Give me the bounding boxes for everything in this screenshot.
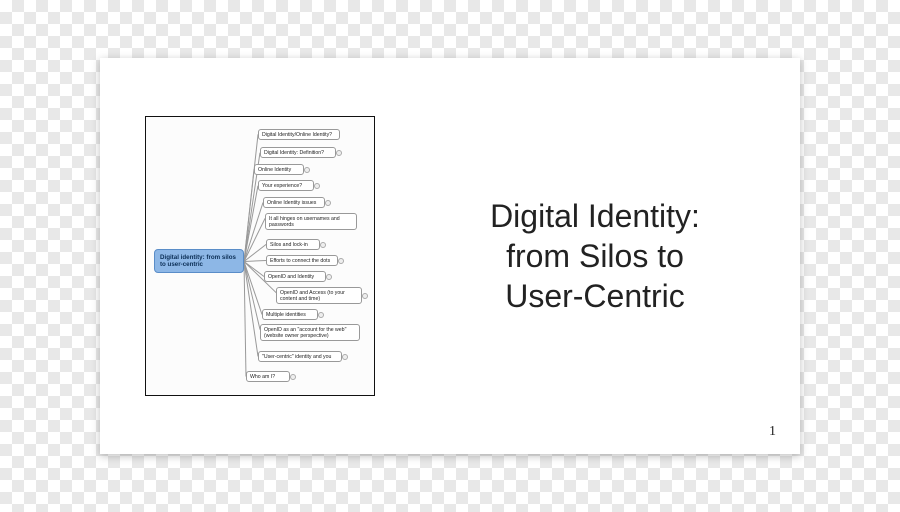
mindmap-child-label: Silos and lock-in (270, 242, 308, 248)
mindmap-child: Online Identity issues (263, 197, 325, 208)
mindmap-child-label: Your experience? (262, 183, 302, 189)
mindmap-child-label: OpenID as an "account for the web" (webs… (264, 327, 346, 339)
mindmap-child: OpenID and Identity (264, 271, 326, 282)
mindmap-child: Online Identity (254, 164, 304, 175)
mindmap-child-label: OpenID and Access (to your content and t… (280, 290, 345, 302)
expand-icon (318, 312, 324, 318)
mindmap-root-node: Digital identity: from silos to user-cen… (154, 249, 244, 273)
mindmap-child-label: Digital Identity/Online Identity? (262, 132, 332, 138)
mindmap-panel: Digital identity: from silos to user-cen… (100, 58, 420, 454)
mindmap-child-label: Multiple identities (266, 312, 306, 318)
mindmap-child-label: "User-centric" identity and you (262, 354, 331, 360)
expand-icon (314, 183, 320, 189)
mindmap-child-label: Who am I? (250, 374, 275, 380)
mindmap-child: It all hinges on usernames and passwords (265, 213, 357, 230)
mindmap-root-label: Digital identity: from silos to user-cen… (160, 254, 236, 268)
mindmap-child: Your experience? (258, 180, 314, 191)
mindmap-child: Efforts to connect the dots (266, 255, 338, 266)
expand-icon (362, 293, 368, 299)
expand-icon (338, 258, 344, 264)
mindmap-child: "User-centric" identity and you (258, 351, 342, 362)
page-number: 1 (769, 424, 776, 440)
mindmap-child-label: It all hinges on usernames and passwords (269, 216, 340, 228)
mindmap-child-label: Digital Identity: Definition? (264, 150, 324, 156)
mindmap-child: Silos and lock-in (266, 239, 320, 250)
title-panel: Digital Identity:from Silos toUser-Centr… (420, 58, 800, 454)
mindmap-child-label: OpenID and Identity (268, 274, 314, 280)
expand-icon (325, 200, 331, 206)
mindmap-child: OpenID as an "account for the web" (webs… (260, 324, 360, 341)
mindmap-child: Who am I? (246, 371, 290, 382)
slide: Digital identity: from silos to user-cen… (100, 58, 800, 454)
mindmap-child-label: Online Identity issues (267, 200, 316, 206)
expand-icon (336, 150, 342, 156)
mindmap-child-label: Online Identity (258, 167, 291, 173)
mindmap-child: Digital Identity: Definition? (260, 147, 336, 158)
expand-icon (326, 274, 332, 280)
mindmap-child: OpenID and Access (to your content and t… (276, 287, 362, 304)
expand-icon (320, 242, 326, 248)
mindmap-child: Digital Identity/Online Identity? (258, 129, 340, 140)
expand-icon (342, 354, 348, 360)
expand-icon (290, 374, 296, 380)
mindmap-frame: Digital identity: from silos to user-cen… (145, 116, 375, 396)
mindmap-child: Multiple identities (262, 309, 318, 320)
mindmap-child-label: Efforts to connect the dots (270, 258, 330, 264)
slide-title: Digital Identity:from Silos toUser-Centr… (490, 196, 700, 316)
mindmap-connector (244, 260, 266, 262)
expand-icon (304, 167, 310, 173)
